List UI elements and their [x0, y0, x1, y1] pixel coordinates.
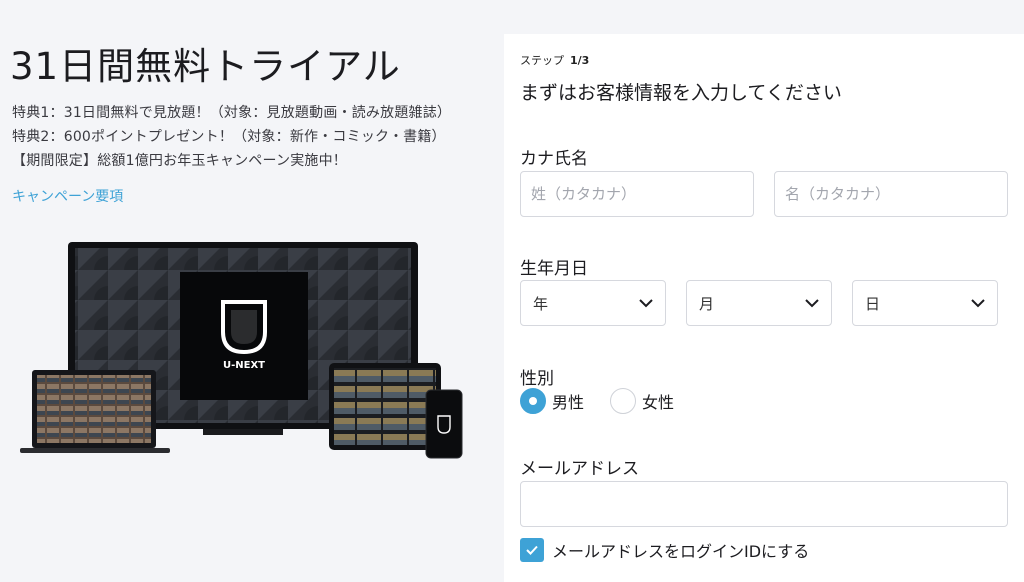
form-title: まずはお客様情報を入力してください: [520, 82, 842, 104]
gender-female-radio[interactable]: 女性: [610, 388, 674, 414]
email-input[interactable]: [520, 481, 1008, 527]
gender-female-label: 女性: [642, 393, 675, 412]
step-label: ステップ: [520, 54, 564, 67]
radio-selected-icon: [520, 388, 546, 414]
benefit-2: 特典2：600ポイントプレゼント！（対象：新作・コミック・書籍）: [12, 129, 446, 145]
checkmark-icon[interactable]: [520, 538, 544, 562]
campaign-terms-link[interactable]: キャンペーン要項: [12, 186, 123, 206]
birth-day-select[interactable]: 日: [852, 280, 998, 326]
birth-month-value: 月: [699, 294, 715, 313]
login-id-checkbox-row[interactable]: メールアドレスをログインIDにする: [520, 538, 809, 562]
birth-year-value: 年: [533, 294, 549, 313]
gender-label: 性別: [520, 369, 554, 389]
trial-title: 31日間無料トライアル: [10, 45, 401, 88]
chevron-down-icon: [971, 298, 985, 308]
step-value: 1/3: [570, 54, 590, 67]
benefit-1: 特典1：31日間無料で見放題！（対象：見放題動画・読み放題雑誌）: [12, 105, 452, 121]
birthdate-label: 生年月日: [520, 259, 588, 279]
kana-name-label: カナ氏名: [520, 149, 588, 169]
first-name-kana-input[interactable]: [774, 171, 1008, 217]
gender-male-radio[interactable]: 男性: [520, 388, 584, 414]
unext-logo-text: U-NEXT: [223, 360, 265, 371]
radio-unselected-icon: [610, 388, 637, 414]
chevron-down-icon: [639, 298, 653, 308]
chevron-down-icon: [805, 298, 819, 308]
birth-year-select[interactable]: 年: [520, 280, 666, 326]
step-indicator: ステップ 1/3: [520, 52, 589, 68]
promo-section: 31日間無料トライアル 特典1：31日間無料で見放題！（対象：見放題動画・読み放…: [0, 0, 500, 582]
gender-male-label: 男性: [552, 393, 585, 412]
email-label: メールアドレス: [520, 459, 639, 479]
birth-day-value: 日: [865, 294, 881, 313]
registration-form: ステップ1/3 まずはお客様情報を入力してください カナ氏名 生年月日 年 月 …: [504, 34, 1024, 582]
devices-illustration: U-NEXT: [20, 242, 463, 459]
last-name-kana-input[interactable]: [520, 171, 754, 217]
benefit-campaign: 【期間限定】総額1億円お年玉キャンペーン実施中！: [12, 153, 348, 169]
login-id-checkbox-label: メールアドレスをログインIDにする: [552, 542, 810, 561]
birth-month-select[interactable]: 月: [686, 280, 832, 326]
gender-radio-group: 男性 女性: [520, 388, 700, 414]
